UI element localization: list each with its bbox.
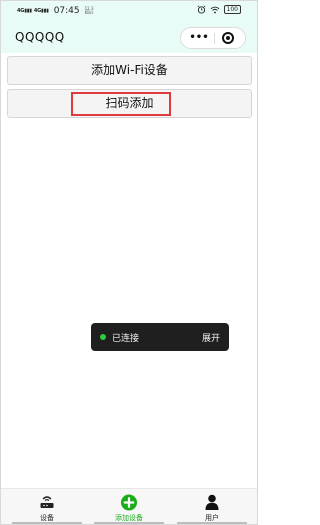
more-menu-icon[interactable]: ••• <box>187 31 211 45</box>
battery-icon: 100 <box>223 5 241 14</box>
capsule-divider <box>214 33 215 44</box>
signal-2-label: 4G <box>33 7 42 14</box>
bottom-tabbar: 设备 添加设备 用户 <box>1 488 257 524</box>
signal-1: 4G▮▮▮ <box>17 7 32 14</box>
mini-program-capsule: ••• <box>180 27 246 49</box>
tab-user[interactable]: 用户 <box>169 489 255 524</box>
user-icon <box>205 494 219 510</box>
status-time: 07:45 <box>53 6 80 16</box>
close-miniprogram-icon[interactable] <box>222 32 234 44</box>
header-area: 4G▮▮▮ 4G▮▮▮ 07:45 12.3 KB/s 100 QQQQQ ••… <box>1 1 257 53</box>
network-speed: 12.3 KB/s <box>84 6 94 15</box>
expand-button[interactable]: 展开 <box>202 331 220 344</box>
phone-screen: 4G▮▮▮ 4G▮▮▮ 07:45 12.3 KB/s 100 QQQQQ ••… <box>0 0 258 525</box>
connection-status: 已连接 <box>112 334 140 344</box>
router-icon <box>40 496 54 508</box>
tab-add-device[interactable]: 添加设备 <box>86 489 172 524</box>
signal-2: 4G▮▮▮ <box>33 7 49 14</box>
scan-add-button[interactable]: 扫码添加 <box>7 89 252 118</box>
title-bar: QQQQQ ••• <box>1 23 257 53</box>
status-left: 4G▮▮▮ 4G▮▮▮ 07:45 12.3 KB/s <box>17 6 95 16</box>
status-bar: 4G▮▮▮ 4G▮▮▮ 07:45 12.3 KB/s 100 <box>1 1 257 23</box>
signal-1-label: 4G <box>17 7 25 14</box>
tab-device[interactable]: 设备 <box>4 489 90 524</box>
connection-toast: 已连接 展开 <box>91 323 229 351</box>
wifi-icon <box>210 6 219 13</box>
status-right: 100 <box>197 5 241 14</box>
page-title: QQQQQ <box>15 30 65 44</box>
add-wifi-device-button[interactable]: 添加Wi-Fi设备 <box>7 56 252 85</box>
connected-dot-icon <box>100 334 106 340</box>
plus-circle-icon <box>120 494 138 511</box>
alarm-icon <box>197 5 205 14</box>
